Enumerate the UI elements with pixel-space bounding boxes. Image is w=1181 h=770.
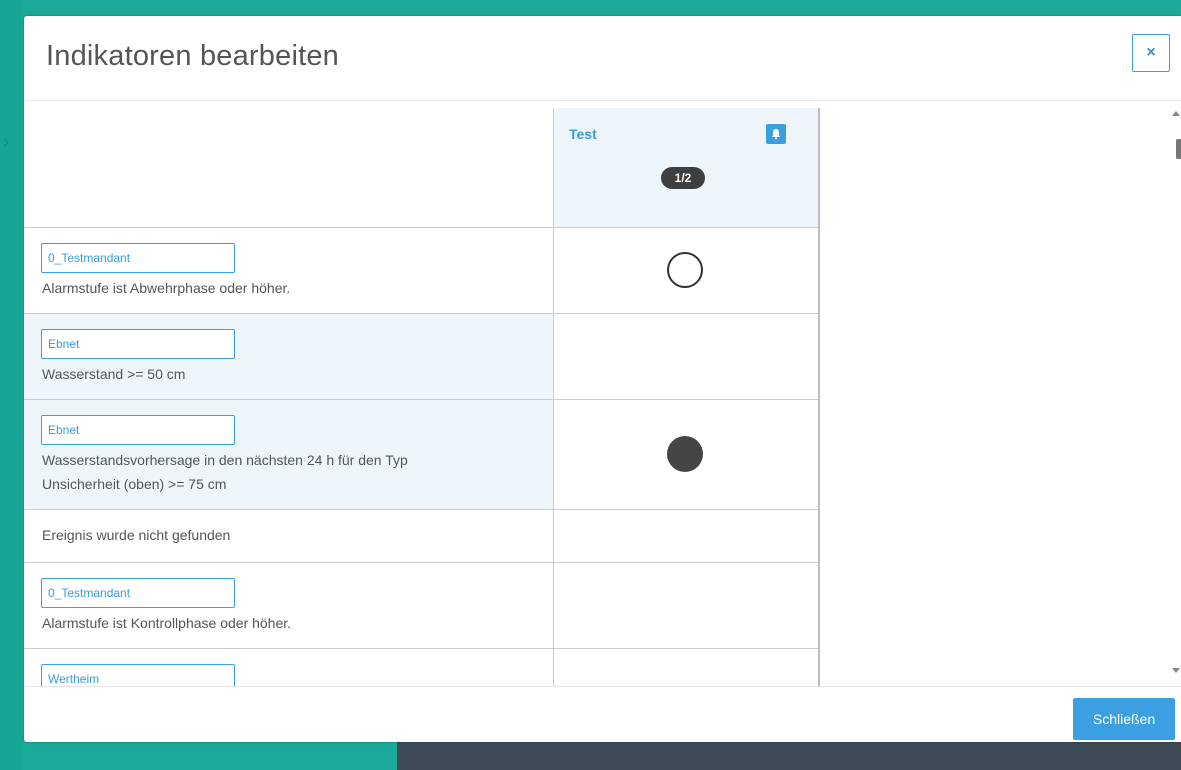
status-cell[interactable] xyxy=(554,510,818,562)
column-border xyxy=(818,108,820,686)
close-button[interactable]: Schließen xyxy=(1073,698,1175,740)
table-header-row: Test 1/2 xyxy=(24,108,818,228)
tenant-tag[interactable]: 0_Testmandant xyxy=(41,578,235,608)
indicator-cell: 0_Testmandant Alarmstufe ist Kontrollpha… xyxy=(24,563,553,648)
tenant-tag[interactable]: Ebnet xyxy=(41,415,235,445)
table-row: 0_Testmandant Alarmstufe ist Kontrollpha… xyxy=(24,563,818,649)
tenant-tag[interactable]: 0_Testmandant xyxy=(41,243,235,273)
indicator-description-line-2: Unsicherheit (oben) >= 75 cm xyxy=(42,476,227,492)
indicator-description: Wasserstand >= 50 cm xyxy=(42,366,186,382)
count-badge: 1/2 xyxy=(661,167,705,189)
scrollbar-thumb[interactable] xyxy=(1176,139,1181,159)
status-cell[interactable] xyxy=(554,314,818,399)
close-icon: × xyxy=(1146,44,1156,61)
indicator-description: Alarmstufe ist Kontrollphase oder höher. xyxy=(42,615,292,631)
indicator-cell: Wertheim xyxy=(24,649,553,686)
indicator-cell: 0_Testmandant Alarmstufe ist Abwehrphase… xyxy=(24,228,553,313)
indicator-cell: Ebnet Wasserstandsvorhersage in den näch… xyxy=(24,400,553,509)
edit-indicators-dialog: Indikatoren bearbeiten × Test 1/2 0_Test… xyxy=(24,16,1181,742)
empty-circle-icon[interactable] xyxy=(667,252,703,288)
indicator-description-line-1: Wasserstandsvorhersage in den nächsten 2… xyxy=(42,452,408,468)
indicator-description: Ereignis wurde nicht gefunden xyxy=(42,527,231,543)
close-icon-button[interactable]: × xyxy=(1132,34,1170,72)
tenant-tag[interactable]: Ebnet xyxy=(41,329,235,359)
table-row: 0_Testmandant Alarmstufe ist Abwehrphase… xyxy=(24,228,818,314)
scroll-up-icon[interactable] xyxy=(1172,111,1180,116)
status-cell[interactable] xyxy=(554,400,818,509)
indicator-description: Alarmstufe ist Abwehrphase oder höher. xyxy=(42,280,291,296)
indicator-cell: Ereignis wurde nicht gefunden xyxy=(24,510,553,562)
dialog-footer: Schließen xyxy=(24,686,1181,742)
bell-icon xyxy=(771,129,781,140)
table-row: Ereignis wurde nicht gefunden xyxy=(24,510,818,563)
status-cell[interactable] xyxy=(554,563,818,648)
indicator-table: Test 1/2 0_Testmandant Alarmstufe ist Ab… xyxy=(24,108,820,686)
dialog-header: Indikatoren bearbeiten × xyxy=(24,16,1181,101)
column-header-test: Test 1/2 xyxy=(554,108,818,227)
tenant-tag[interactable]: Wertheim xyxy=(41,664,235,686)
dialog-title: Indikatoren bearbeiten xyxy=(46,40,339,72)
bell-button[interactable] xyxy=(766,124,786,144)
status-cell[interactable] xyxy=(554,228,818,313)
background-left xyxy=(0,0,22,770)
background-bottom xyxy=(22,742,1181,770)
indicator-cell: Ebnet Wasserstand >= 50 cm xyxy=(24,314,553,399)
scroll-down-icon[interactable] xyxy=(1172,668,1180,673)
background-panel xyxy=(397,742,1181,770)
status-cell[interactable] xyxy=(554,649,818,686)
table-row: Wertheim xyxy=(24,649,818,686)
filled-circle-icon[interactable] xyxy=(667,436,703,472)
vertical-scrollbar[interactable] xyxy=(1170,111,1181,686)
table-row: Ebnet Wasserstand >= 50 cm xyxy=(24,314,818,400)
column-name: Test xyxy=(569,126,597,142)
table-row: Ebnet Wasserstandsvorhersage in den näch… xyxy=(24,400,818,510)
column-divider xyxy=(553,108,554,686)
